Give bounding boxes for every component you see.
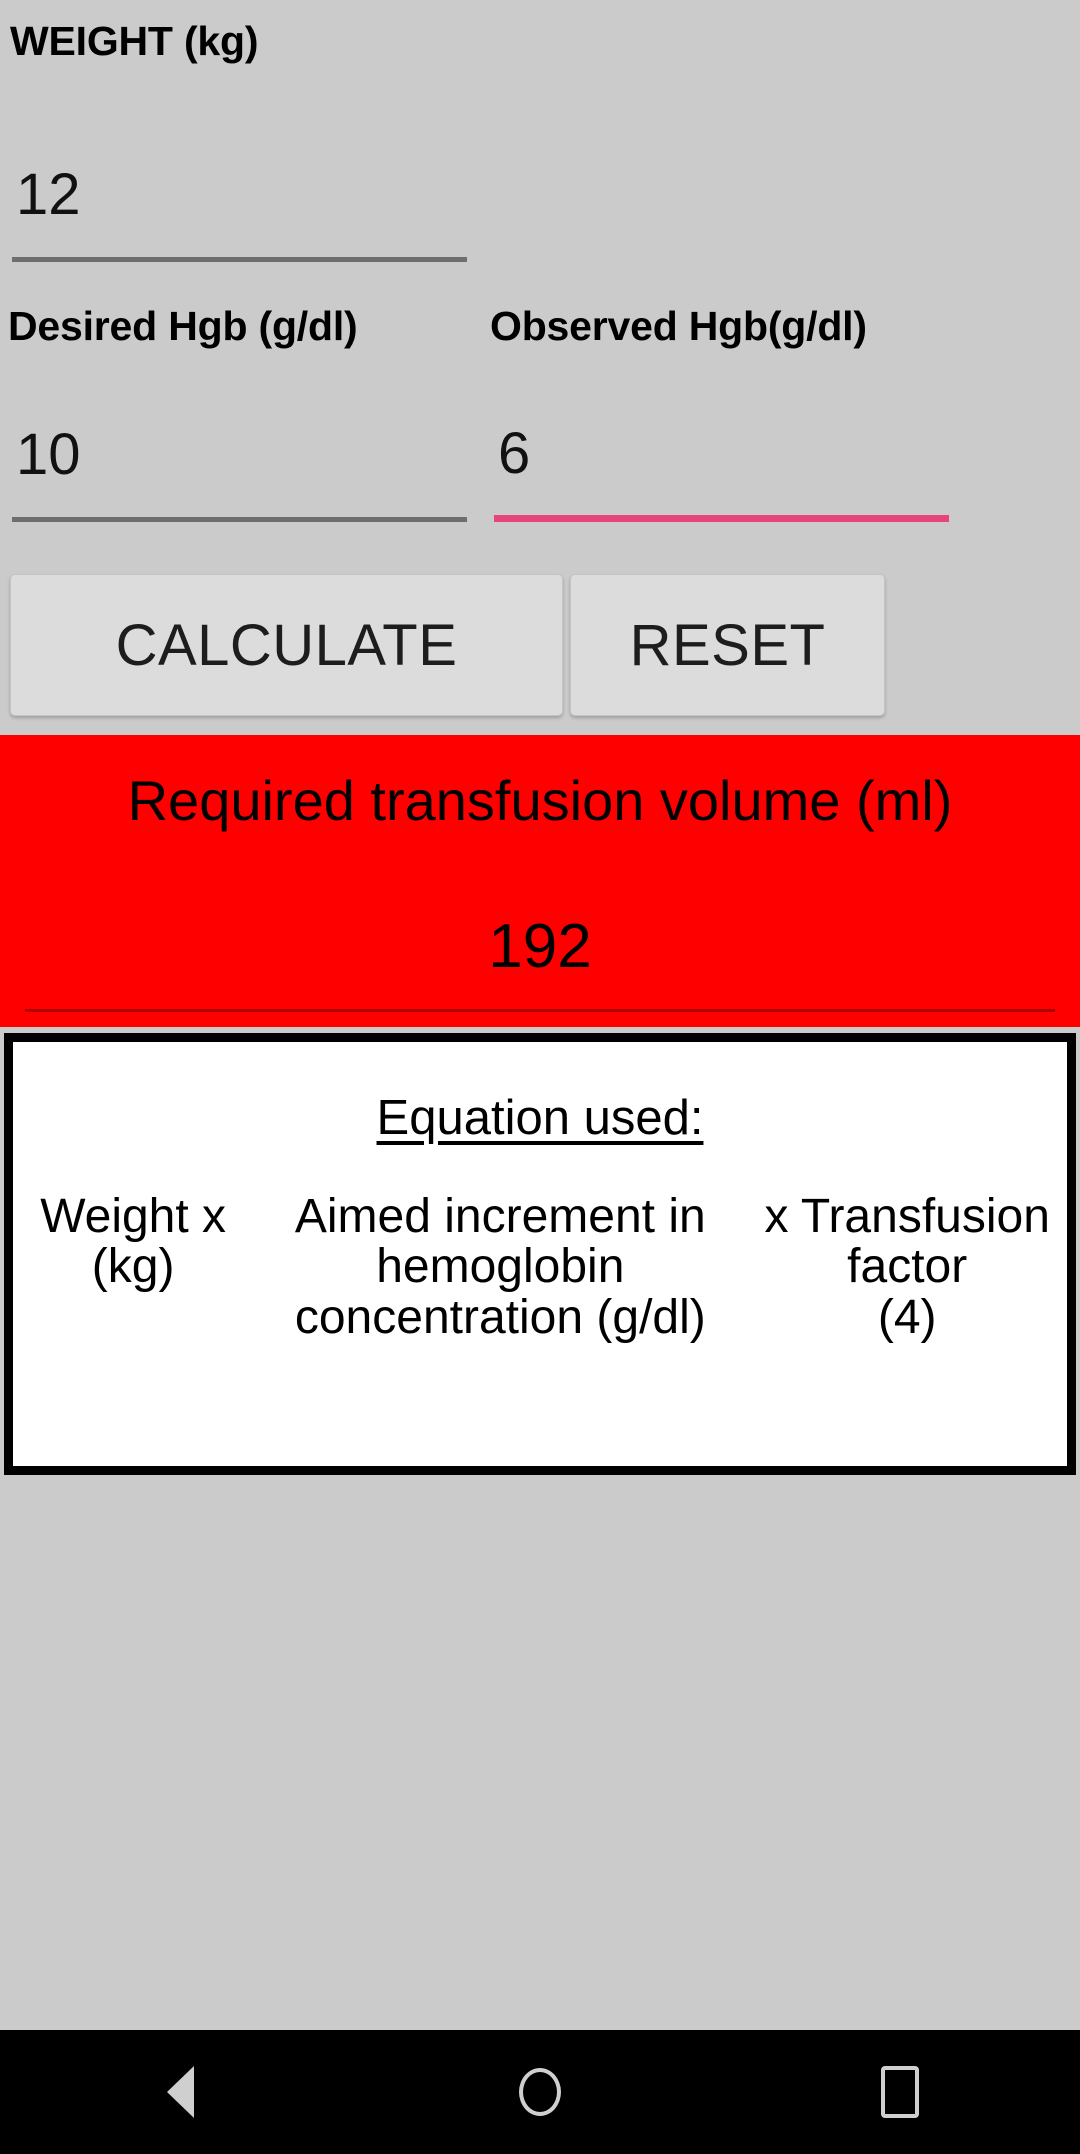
nav-recents-button[interactable] bbox=[820, 2030, 980, 2154]
result-title: Required transfusion volume (ml) bbox=[127, 769, 953, 832]
back-triangle-icon bbox=[166, 2066, 194, 2118]
equation-term-factor: x Transfusion factor (4) bbox=[753, 1190, 1061, 1344]
equation-columns: Weight x (kg) Aimed increment in hemoglo… bbox=[13, 1190, 1067, 1344]
home-circle-icon bbox=[519, 2068, 561, 2116]
equation-term-increment-line1: Aimed increment in bbox=[294, 1190, 706, 1243]
observed-hgb-input[interactable] bbox=[494, 400, 949, 522]
result-divider bbox=[25, 1009, 1055, 1012]
equation-term-weight-line1: Weight x bbox=[40, 1190, 227, 1243]
equation-term-increment: Aimed increment in hemoglobin concentrat… bbox=[247, 1190, 753, 1344]
equation-term-factor-line2: factor bbox=[847, 1240, 968, 1294]
observed-hgb-label: Observed Hgb(g/dl) bbox=[490, 303, 867, 349]
android-navigation-bar bbox=[0, 2030, 1080, 2154]
equation-term-weight-line2: (kg) bbox=[91, 1240, 175, 1294]
weight-input[interactable] bbox=[12, 140, 467, 262]
result-banner: Required transfusion volume (ml) 192 bbox=[0, 735, 1080, 1027]
equation-card: Equation used: Weight x (kg) Aimed incre… bbox=[4, 1033, 1076, 1475]
reset-button[interactable]: RESET bbox=[570, 574, 885, 716]
equation-term-increment-line2: hemoglobin bbox=[376, 1240, 625, 1294]
calculate-button[interactable]: CALCULATE bbox=[10, 574, 563, 716]
equation-term-factor-line1: x Transfusion bbox=[764, 1190, 1050, 1243]
equation-term-factor-line3: (4) bbox=[877, 1290, 937, 1344]
nav-home-button[interactable] bbox=[460, 2030, 620, 2154]
desired-hgb-label: Desired Hgb (g/dl) bbox=[8, 303, 358, 349]
desired-hgb-input[interactable] bbox=[12, 400, 467, 522]
result-value: 192 bbox=[488, 912, 592, 981]
nav-back-button[interactable] bbox=[100, 2030, 260, 2154]
equation-term-weight: Weight x (kg) bbox=[19, 1190, 247, 1294]
equation-heading: Equation used: bbox=[376, 1091, 704, 1145]
equation-term-increment-line3: concentration (g/dl) bbox=[294, 1290, 706, 1344]
recents-square-icon bbox=[881, 2066, 919, 2118]
weight-label: WEIGHT (kg) bbox=[10, 18, 259, 64]
app-screen: WEIGHT (kg) Desired Hgb (g/dl) Observed … bbox=[0, 0, 1080, 2154]
